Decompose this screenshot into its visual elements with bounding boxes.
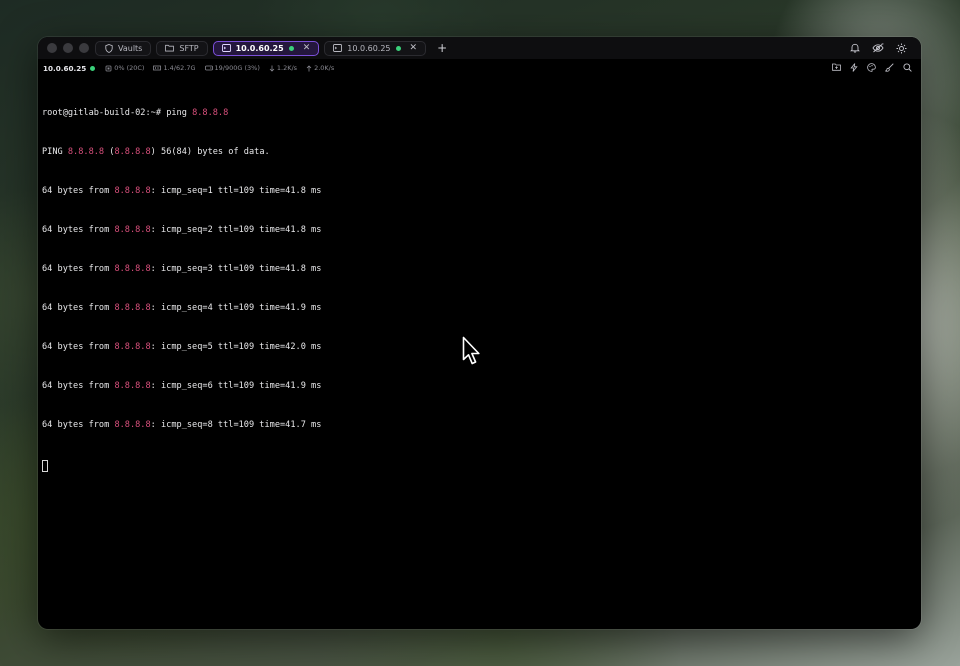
ip-address: 8.8.8.8: [114, 381, 151, 391]
output-text: : icmp_seq=1 ttl=109 time=41.8 ms: [150, 186, 322, 196]
host-indicator: 10.0.60.25: [43, 63, 96, 73]
disk-stat: 19/900G (3%): [204, 64, 260, 72]
eye-off-icon[interactable]: [872, 43, 884, 53]
lightning-icon[interactable]: [850, 62, 858, 74]
palette-icon[interactable]: [867, 62, 876, 74]
shield-icon: [104, 43, 113, 53]
tab-vaults[interactable]: Vaults: [95, 40, 152, 56]
tab-session-active[interactable]: 10.0.60.25 ✕: [212, 40, 320, 56]
upload-stat: 2.0K/s: [306, 64, 334, 72]
search-icon[interactable]: [903, 62, 912, 74]
terminal-output[interactable]: root@gitlab-build-02:~# ping 8.8.8.8 PIN…: [42, 81, 321, 497]
memory-stat: 1.4/62.7G: [153, 64, 196, 72]
tab-sftp[interactable]: SFTP: [156, 40, 208, 56]
ping-reply: 64 bytes from 8.8.8.8: icmp_seq=1 ttl=10…: [42, 185, 321, 198]
cpu-icon: [105, 65, 112, 72]
connected-indicator: [288, 45, 294, 51]
folder-icon: [165, 44, 175, 53]
output-text: 64 bytes from: [42, 225, 115, 235]
tab-label: 10.0.60.25: [347, 43, 391, 53]
ip-address: 8.8.8.8: [114, 303, 151, 313]
cpu-stat: 0% (20C): [105, 64, 144, 72]
minimize-window-button[interactable]: [63, 43, 73, 53]
ip-address: 8.8.8.8: [114, 225, 151, 235]
text-cursor: [42, 460, 48, 472]
terminal-window: Vaults SFTP 10.0.60.25 ✕ 10.0.60.25 ✕ +: [38, 37, 921, 629]
title-bar: Vaults SFTP 10.0.60.25 ✕ 10.0.60.25 ✕ +: [38, 37, 921, 59]
upload-value: 2.0K/s: [314, 64, 335, 72]
ip-address: 8.8.8.8: [192, 108, 229, 118]
zoom-window-button[interactable]: [79, 43, 89, 53]
output-text: 64 bytes from: [42, 381, 115, 391]
output-text: : icmp_seq=4 ttl=109 time=41.9 ms: [150, 303, 322, 313]
window-controls: [47, 43, 89, 53]
ip-address: 8.8.8.8: [67, 147, 105, 157]
output-text: : icmp_seq=5 ttl=109 time=42.0 ms: [150, 342, 322, 352]
memory-icon: [153, 65, 162, 71]
output-text: 64 bytes from: [42, 186, 115, 196]
mouse-pointer-icon: [462, 336, 482, 372]
arrow-up-icon: [306, 64, 312, 72]
ip-address: 8.8.8.8: [114, 186, 151, 196]
output-text: : icmp_seq=2 ttl=109 time=41.8 ms: [150, 225, 322, 235]
connected-indicator: [395, 45, 401, 51]
shell-prompt: root@gitlab-build-02:~#: [42, 108, 167, 118]
input-line[interactable]: [42, 458, 321, 472]
output-text: (: [104, 147, 115, 157]
output-text: : icmp_seq=3 ttl=109 time=41.8 ms: [150, 264, 322, 274]
ping-reply: 64 bytes from 8.8.8.8: icmp_seq=5 ttl=10…: [42, 341, 321, 354]
status-bar: 10.0.60.25 0% (20C) 1.4/62.7G 19/900G (3…: [38, 61, 921, 75]
ping-reply: 64 bytes from 8.8.8.8: icmp_seq=3 ttl=10…: [42, 263, 321, 276]
close-tab-icon[interactable]: ✕: [410, 43, 418, 53]
disk-icon: [204, 65, 213, 71]
ip-address: 8.8.8.8: [114, 342, 151, 352]
download-stat: 1.2K/s: [269, 64, 297, 72]
terminal-icon: [333, 44, 343, 53]
output-text: : icmp_seq=6 ttl=109 time=41.9 ms: [150, 381, 322, 391]
bell-icon[interactable]: [850, 43, 860, 53]
output-text: 64 bytes from: [42, 420, 115, 430]
output-text: 64 bytes from: [42, 303, 115, 313]
arrow-down-icon: [269, 65, 275, 72]
command-line: root@gitlab-build-02:~# ping 8.8.8.8: [42, 107, 321, 120]
memory-value: 1.4/62.7G: [163, 64, 196, 72]
terminal-icon: [221, 44, 231, 53]
brush-icon[interactable]: [884, 62, 894, 74]
command-text: ping: [166, 108, 193, 118]
connected-indicator: [90, 65, 96, 71]
ip-address: 8.8.8.8: [114, 420, 151, 430]
output-text: 64 bytes from: [42, 264, 115, 274]
ip-address: 8.8.8.8: [114, 264, 151, 274]
cpu-value: 0% (20C): [114, 64, 145, 72]
ping-reply: 64 bytes from 8.8.8.8: icmp_seq=8 ttl=10…: [42, 419, 321, 432]
tab-label: 10.0.60.25: [235, 43, 284, 53]
output-text: PING: [42, 147, 68, 157]
output-text: : icmp_seq=8 ttl=109 time=41.7 ms: [150, 420, 322, 430]
close-window-button[interactable]: [47, 43, 57, 53]
sun-icon[interactable]: [896, 43, 907, 54]
ping-reply: 64 bytes from 8.8.8.8: icmp_seq=4 ttl=10…: [42, 302, 321, 315]
folder-plus-icon[interactable]: [832, 63, 841, 73]
ping-header: PING 8.8.8.8 (8.8.8.8) 56(84) bytes of d…: [42, 146, 321, 159]
tab-session[interactable]: 10.0.60.25 ✕: [324, 40, 427, 56]
ip-address: 8.8.8.8: [114, 147, 151, 157]
output-text: ) 56(84) bytes of data.: [150, 147, 270, 157]
new-tab-button[interactable]: +: [437, 42, 447, 54]
tab-label: SFTP: [179, 43, 199, 53]
host-label: 10.0.60.25: [43, 63, 87, 73]
tab-label: Vaults: [118, 43, 143, 53]
output-text: 64 bytes from: [42, 342, 115, 352]
download-value: 1.2K/s: [276, 64, 298, 72]
ping-reply: 64 bytes from 8.8.8.8: icmp_seq=2 ttl=10…: [42, 224, 321, 237]
disk-value: 19/900G (3%): [214, 64, 260, 72]
ping-reply: 64 bytes from 8.8.8.8: icmp_seq=6 ttl=10…: [42, 380, 321, 393]
close-tab-icon[interactable]: ✕: [303, 43, 311, 53]
